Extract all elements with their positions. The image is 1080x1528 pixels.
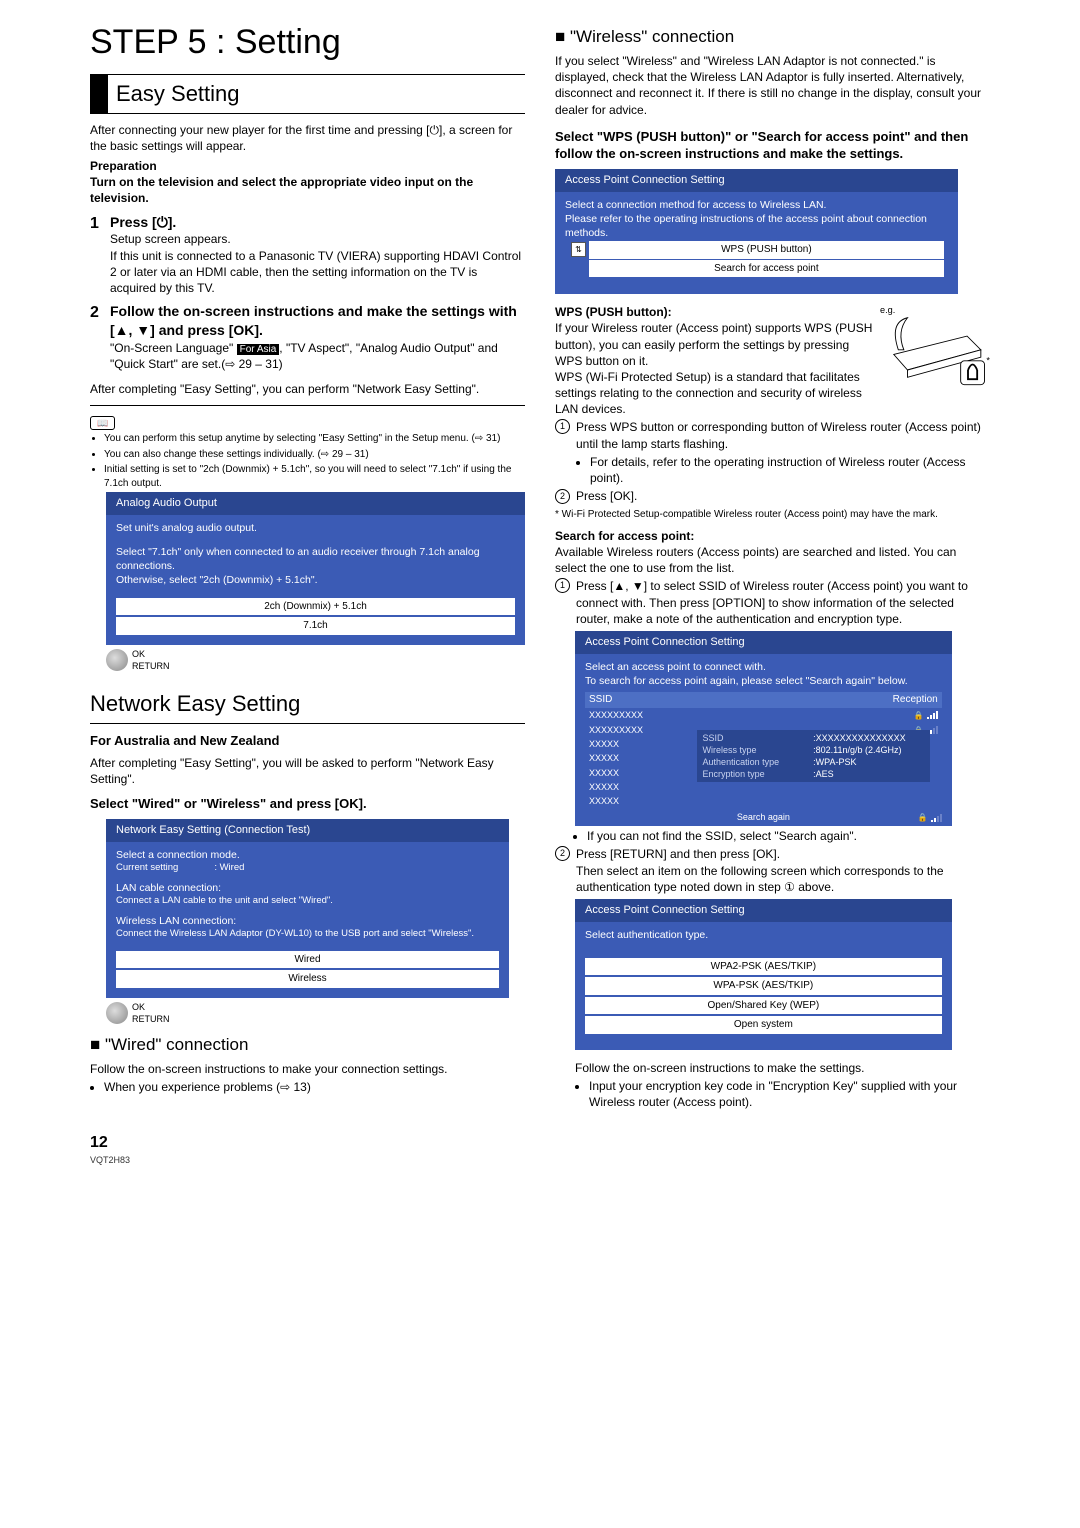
wps-step-1: 1 Press WPS button or corresponding butt… bbox=[555, 419, 990, 488]
analog-audio-box: Analog Audio Output Set unit's analog au… bbox=[106, 492, 525, 645]
network-intro: After completing "Easy Setting", you wil… bbox=[90, 755, 525, 787]
audio-option-2[interactable]: 7.1ch bbox=[116, 617, 515, 635]
wireless-heading: "Wireless" connection bbox=[555, 26, 990, 49]
doc-id: VQT2H83 bbox=[90, 1154, 130, 1166]
router-illustration: e.g. * bbox=[880, 304, 990, 387]
ssid-row[interactable]: XXXXX bbox=[585, 794, 942, 808]
auth-opt-4[interactable]: Open system bbox=[585, 1016, 942, 1034]
auth-type-box: Access Point Connection Setting Select a… bbox=[575, 899, 952, 1050]
search-step-2: 2 Press [RETURN] and then press [OK]. Th… bbox=[555, 846, 990, 895]
wireless-select: Select "WPS (PUSH button)" or "Search fo… bbox=[555, 128, 990, 163]
note-2: You can also change these settings indiv… bbox=[104, 448, 525, 462]
search-label: Search for access point: bbox=[555, 528, 990, 544]
preparation-text: Turn on the television and select the ap… bbox=[90, 174, 525, 206]
region-label: For Australia and New Zealand bbox=[90, 732, 525, 750]
auth-opt-1[interactable]: WPA2-PSK (AES/TKIP) bbox=[585, 958, 942, 976]
wired-line2: When you experience problems (⇨ 13) bbox=[104, 1079, 525, 1095]
step-2-title: Follow the on-screen instructions and ma… bbox=[110, 302, 525, 340]
preparation-label: Preparation bbox=[90, 158, 525, 174]
step-1-title: Press [⏻]. bbox=[110, 213, 525, 232]
wps-step-2: 2 Press [OK]. bbox=[555, 488, 990, 504]
search-step-1: 1 Press [▲, ▼] to select SSID of Wireles… bbox=[555, 578, 990, 627]
auth-opt-2[interactable]: WPA-PSK (AES/TKIP) bbox=[585, 977, 942, 995]
wireless-footer-1: Follow the on-screen instructions to mak… bbox=[575, 1060, 990, 1076]
ok-return-1: OK RETURN bbox=[106, 648, 170, 672]
wired-heading: "Wired" connection bbox=[90, 1034, 525, 1057]
page-title: STEP 5 : Setting bbox=[90, 20, 525, 66]
wps-push-option[interactable]: ⇅ WPS (PUSH button) bbox=[589, 241, 944, 259]
region-badge: For Asia bbox=[237, 344, 280, 355]
search-again[interactable]: Search again 🔒 bbox=[585, 810, 942, 824]
network-mode-box: Network Easy Setting (Connection Test) S… bbox=[106, 819, 509, 998]
easy-after: After completing "Easy Setting", you can… bbox=[90, 381, 525, 397]
step-1: 1 Press [⏻]. Setup screen appears. If th… bbox=[90, 213, 525, 297]
search-note: If you can not find the SSID, select "Se… bbox=[587, 828, 990, 844]
ap-connection-box: Access Point Connection Setting Select a… bbox=[555, 169, 958, 294]
svg-text:e.g.: e.g. bbox=[880, 305, 895, 315]
wired-option[interactable]: Wired bbox=[116, 951, 499, 969]
auth-opt-3[interactable]: Open/Shared Key (WEP) bbox=[585, 997, 942, 1015]
easy-setting-header: Easy Setting bbox=[90, 74, 525, 114]
ok-icon bbox=[106, 649, 128, 671]
easy-intro: After connecting your new player for the… bbox=[90, 122, 525, 154]
ssid-list-box: Access Point Connection Setting Select a… bbox=[575, 631, 952, 826]
wps-mark-icon: ⇅ bbox=[571, 242, 586, 257]
network-select: Select "Wired" or "Wireless" and press [… bbox=[90, 795, 525, 813]
note-icon: 📖 bbox=[90, 416, 115, 430]
ok-icon bbox=[106, 1002, 128, 1024]
audio-option-1[interactable]: 2ch (Downmix) + 5.1ch bbox=[116, 598, 515, 616]
page-number: 12 bbox=[90, 1132, 130, 1154]
step-2: 2 Follow the on-screen instructions and … bbox=[90, 302, 525, 372]
wireless-option[interactable]: Wireless bbox=[116, 970, 499, 988]
note-3: Initial setting is set to "2ch (Downmix)… bbox=[104, 463, 525, 490]
svg-text:*: * bbox=[986, 356, 990, 366]
wired-line1: Follow the on-screen instructions to mak… bbox=[90, 1061, 525, 1077]
network-easy-heading: Network Easy Setting bbox=[90, 689, 525, 719]
wireless-intro: If you select "Wireless" and "Wireless L… bbox=[555, 53, 990, 118]
ssid-details: SSID:XXXXXXXXXXXXXXX Wireless type:802.1… bbox=[697, 730, 930, 783]
ssid-row[interactable]: XXXXXXXXX🔒 bbox=[585, 708, 942, 723]
wps-footnote: * Wi-Fi Protected Setup-compatible Wirel… bbox=[555, 508, 990, 522]
wireless-footer-2: Input your encryption key code in "Encry… bbox=[589, 1078, 990, 1110]
ok-return-2: OK RETURN bbox=[106, 1001, 170, 1025]
search-ap-option[interactable]: Search for access point bbox=[589, 260, 944, 278]
note-1: You can perform this setup anytime by se… bbox=[104, 432, 525, 446]
